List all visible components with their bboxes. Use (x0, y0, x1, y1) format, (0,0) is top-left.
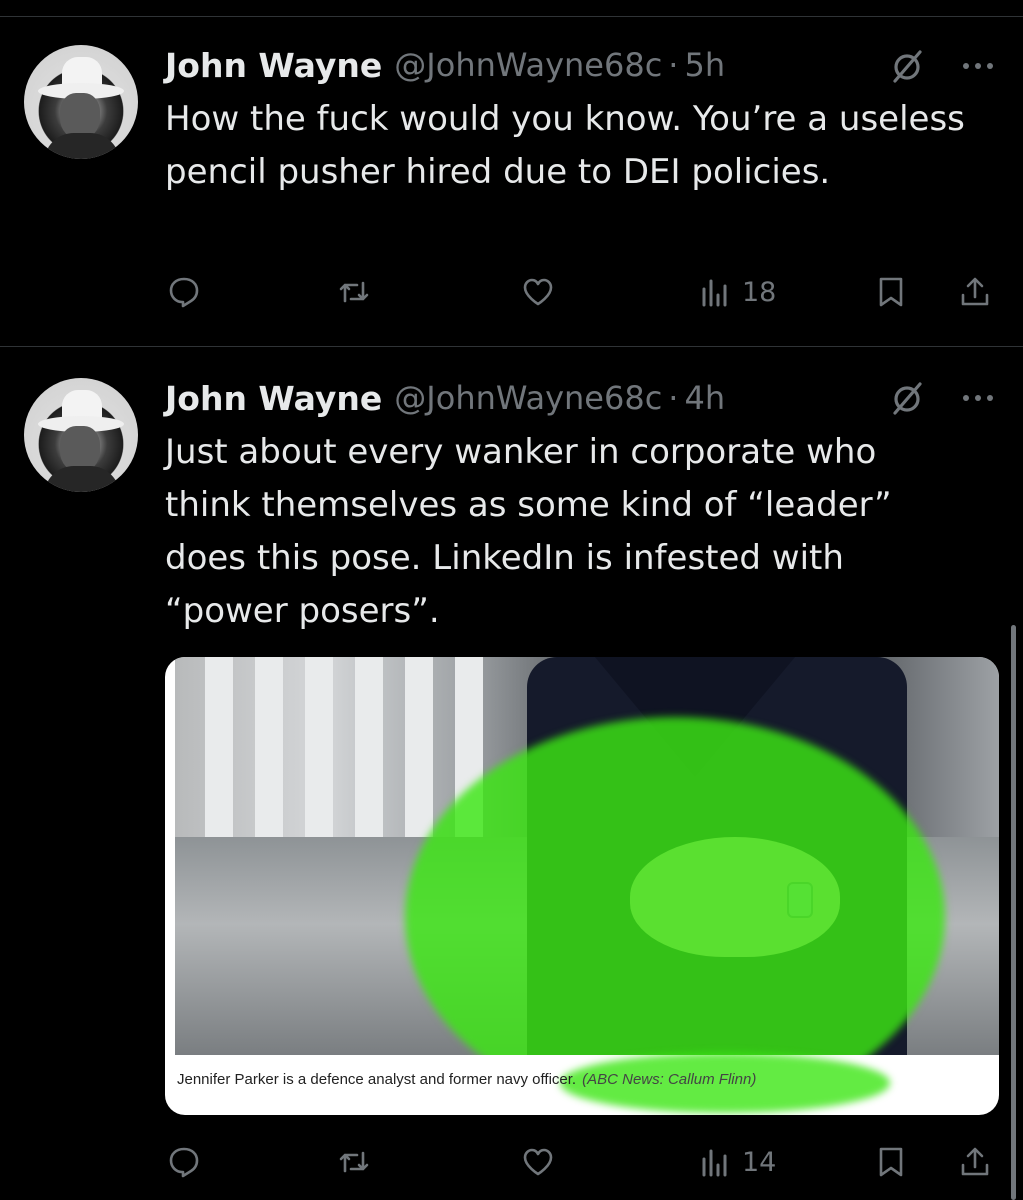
retweet-button[interactable] (337, 270, 371, 314)
grok-icon[interactable] (887, 46, 927, 86)
avatar[interactable] (24, 378, 138, 492)
tweet-header: John Wayne @JohnWayne68c · 4h (165, 376, 725, 420)
views-count: 18 (742, 276, 777, 308)
retweet-icon (339, 1151, 369, 1173)
action-bar: 14 (0, 1140, 1023, 1184)
retweet-button[interactable] (337, 1140, 371, 1184)
more-icon[interactable] (958, 378, 998, 418)
bookmark-button[interactable] (874, 270, 908, 314)
bookmark-icon (879, 277, 903, 307)
caption-text: Jennifer Parker is a defence analyst and… (177, 1071, 577, 1088)
author-name[interactable]: John Wayne (165, 379, 382, 418)
reply-icon (169, 1147, 199, 1178)
views-button[interactable]: 18 (698, 270, 776, 314)
separator: · (668, 379, 679, 417)
retweet-icon (339, 281, 369, 303)
divider (0, 346, 1023, 347)
caption-credit: (ABC News: Callum Flinn) (582, 1071, 757, 1088)
author-name[interactable]: John Wayne (165, 46, 382, 85)
tweet-text: Just about every wanker in corporate who… (165, 432, 892, 631)
tweet-image[interactable]: Jennifer Parker is a defence analyst and… (165, 657, 999, 1115)
divider (0, 16, 1023, 17)
tweet-text: How the fuck would you know. You’re a us… (165, 99, 965, 192)
like-button[interactable] (521, 270, 555, 314)
share-button[interactable] (958, 1140, 992, 1184)
like-icon (523, 278, 553, 306)
reply-button[interactable] (167, 1140, 201, 1184)
bookmark-icon (879, 1147, 903, 1177)
scrollbar[interactable] (1011, 625, 1016, 1200)
photo (175, 657, 999, 1055)
views-icon (702, 1149, 727, 1177)
share-icon (961, 1147, 989, 1176)
timestamp[interactable]: 5h (684, 46, 725, 84)
reply-button[interactable] (167, 270, 201, 314)
grok-icon[interactable] (887, 378, 927, 418)
action-bar: 18 (0, 270, 1023, 314)
share-icon (961, 277, 989, 306)
views-icon (702, 279, 727, 307)
author-handle[interactable]: @JohnWayne68c (394, 379, 662, 417)
more-icon[interactable] (958, 46, 998, 86)
share-button[interactable] (958, 270, 992, 314)
like-button[interactable] (521, 1140, 555, 1184)
avatar[interactable] (24, 45, 138, 159)
views-button[interactable]: 14 (698, 1140, 776, 1184)
image-caption: Jennifer Parker is a defence analyst and… (177, 1071, 756, 1088)
timeline: John Wayne @JohnWayne68c · 5h How the fu… (0, 0, 1023, 1200)
reply-icon (169, 277, 199, 308)
author-handle[interactable]: @JohnWayne68c (394, 46, 662, 84)
bookmark-button[interactable] (874, 1140, 908, 1184)
views-count: 14 (742, 1146, 777, 1178)
tweet-header: John Wayne @JohnWayne68c · 5h (165, 43, 725, 87)
separator: · (668, 46, 679, 84)
timestamp[interactable]: 4h (684, 379, 725, 417)
like-icon (523, 1148, 553, 1176)
